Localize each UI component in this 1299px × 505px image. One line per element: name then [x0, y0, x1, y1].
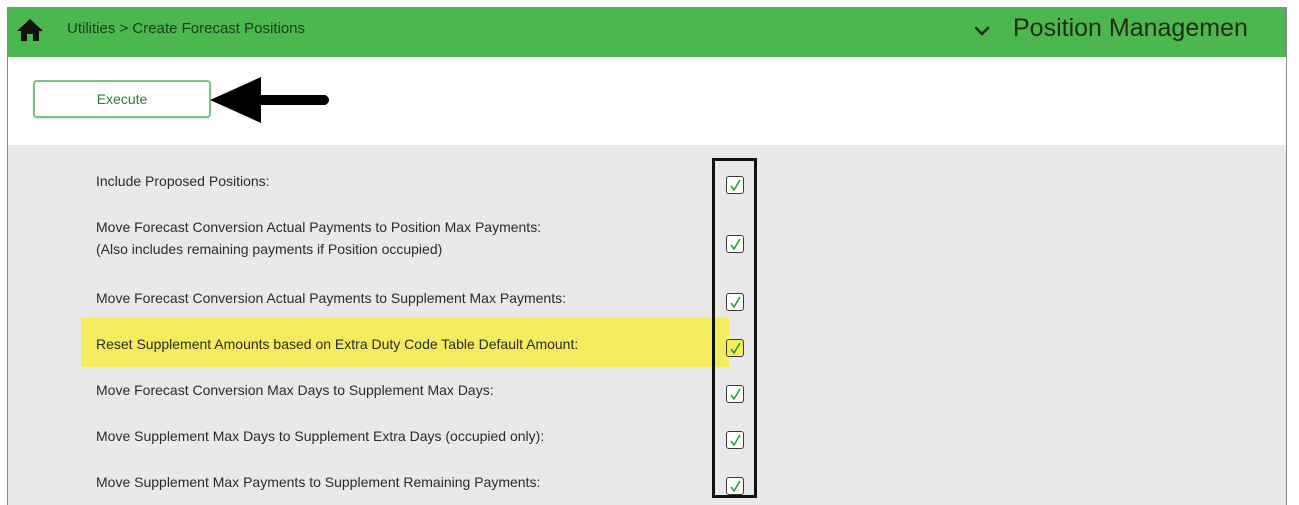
option-sublabel-position-max-payments: (Also includes remaining payments if Pos… [96, 241, 443, 257]
home-icon[interactable] [16, 18, 44, 42]
option-label-supplement-max-payments: Move Forecast Conversion Actual Payments… [96, 290, 566, 306]
top-bar: Utilities > Create Forecast Positions Po… [8, 7, 1286, 57]
option-label-position-max-payments: Move Forecast Conversion Actual Payments… [96, 219, 542, 235]
app-frame: Utilities > Create Forecast Positions Po… [7, 7, 1287, 505]
toolbar: Execute [8, 57, 1286, 145]
chevron-down-icon[interactable] [973, 22, 991, 40]
execute-button[interactable]: Execute [33, 80, 211, 118]
option-label-reset-supplement-amounts: Reset Supplement Amounts based on Extra … [96, 336, 579, 352]
option-label-supplement-extra-days: Move Supplement Max Days to Supplement E… [96, 428, 545, 444]
option-label-supplement-max-days: Move Forecast Conversion Max Days to Sup… [96, 382, 494, 398]
app-title[interactable]: Position Managemen [1013, 14, 1248, 43]
arrow-annotation-icon [210, 77, 329, 123]
option-label-supplement-remaining-payments: Move Supplement Max Payments to Suppleme… [96, 474, 541, 490]
options-panel: Include Proposed Positions: Move Forecas… [8, 145, 1286, 505]
breadcrumb[interactable]: Utilities > Create Forecast Positions [67, 20, 305, 37]
option-label-include-proposed: Include Proposed Positions: [96, 173, 270, 189]
checkbox-column-annotation [712, 158, 757, 498]
